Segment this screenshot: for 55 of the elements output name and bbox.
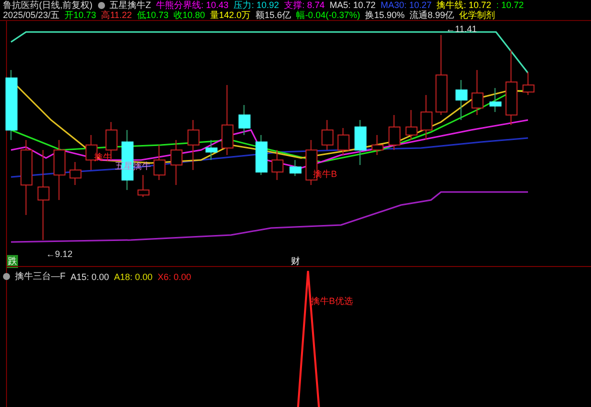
quote-value: 开10.73 [64,10,96,20]
quote-value: 流通8.99亿 [410,10,454,20]
candlestick [388,114,400,150]
candlestick [138,174,150,198]
candlestick [406,110,418,140]
indicator-value: X6: 0.00 [158,272,192,282]
candlestick [206,140,218,160]
candlestick [372,134,384,156]
candlestick [420,94,432,140]
candlestick [70,162,82,186]
quote-value: 幅-0.04(-0.37%) [296,10,360,20]
candlestick [222,84,234,156]
indicator-value: : 10.72 [496,0,524,10]
quote-value: 收10.80 [173,10,205,20]
candlestick [354,120,366,166]
quote-value: 换15.90% [365,10,405,20]
stock-title: 鲁抗医药(日线,前复权) [3,0,92,10]
indicator-value: A18: 0.00 [114,272,153,282]
indicator-name: 擒牛三台—F [15,270,66,283]
indicator-value: 压力: 10.92 [234,0,280,10]
price-label: ←11.41 [446,24,477,34]
candlestick [188,120,200,170]
indicator-value: MA5: 10.72 [330,0,376,10]
marker-label: 财 [290,255,301,268]
indicator-icon [3,273,10,280]
indicator-value: MA30: 10.27 [380,0,432,10]
indicator-value: 擒牛线: 10.72 [436,0,492,10]
candlestick [272,150,284,180]
candlestick [472,70,484,116]
candlestick [490,88,502,112]
indicator-value: A15: 0.00 [70,272,110,282]
quote-value: 高11.22 [101,10,132,20]
candlestick [54,140,66,200]
candlestick [154,144,166,180]
candlestick [238,104,250,136]
candlestick [290,160,302,176]
candlestick [338,128,350,156]
candlestick [456,80,468,120]
signal-label: 擒牛B优选 [311,295,354,308]
quote-value: 额15.6亿 [256,10,292,20]
indicator-name: 五星擒牛Z [110,0,151,10]
candlestick [522,72,534,96]
quote-value: 量142.0万 [210,10,251,20]
candlestick [256,134,268,176]
candlestick [322,120,334,150]
indicator-value: 牛熊分界线: 10.43 [156,0,229,10]
marker-label: 跌 [7,255,18,268]
indicator-icon [98,2,104,8]
quote-value: 低10.73 [136,10,168,20]
indicator-value: 支撑: 8.74 [284,0,325,10]
quote-value: 化学制剂 [459,10,496,20]
date-label: 2025/05/23/五 [3,10,60,20]
candlestick [170,140,182,186]
price-label: ←9.12 [46,249,73,259]
candlestick [6,70,18,140]
